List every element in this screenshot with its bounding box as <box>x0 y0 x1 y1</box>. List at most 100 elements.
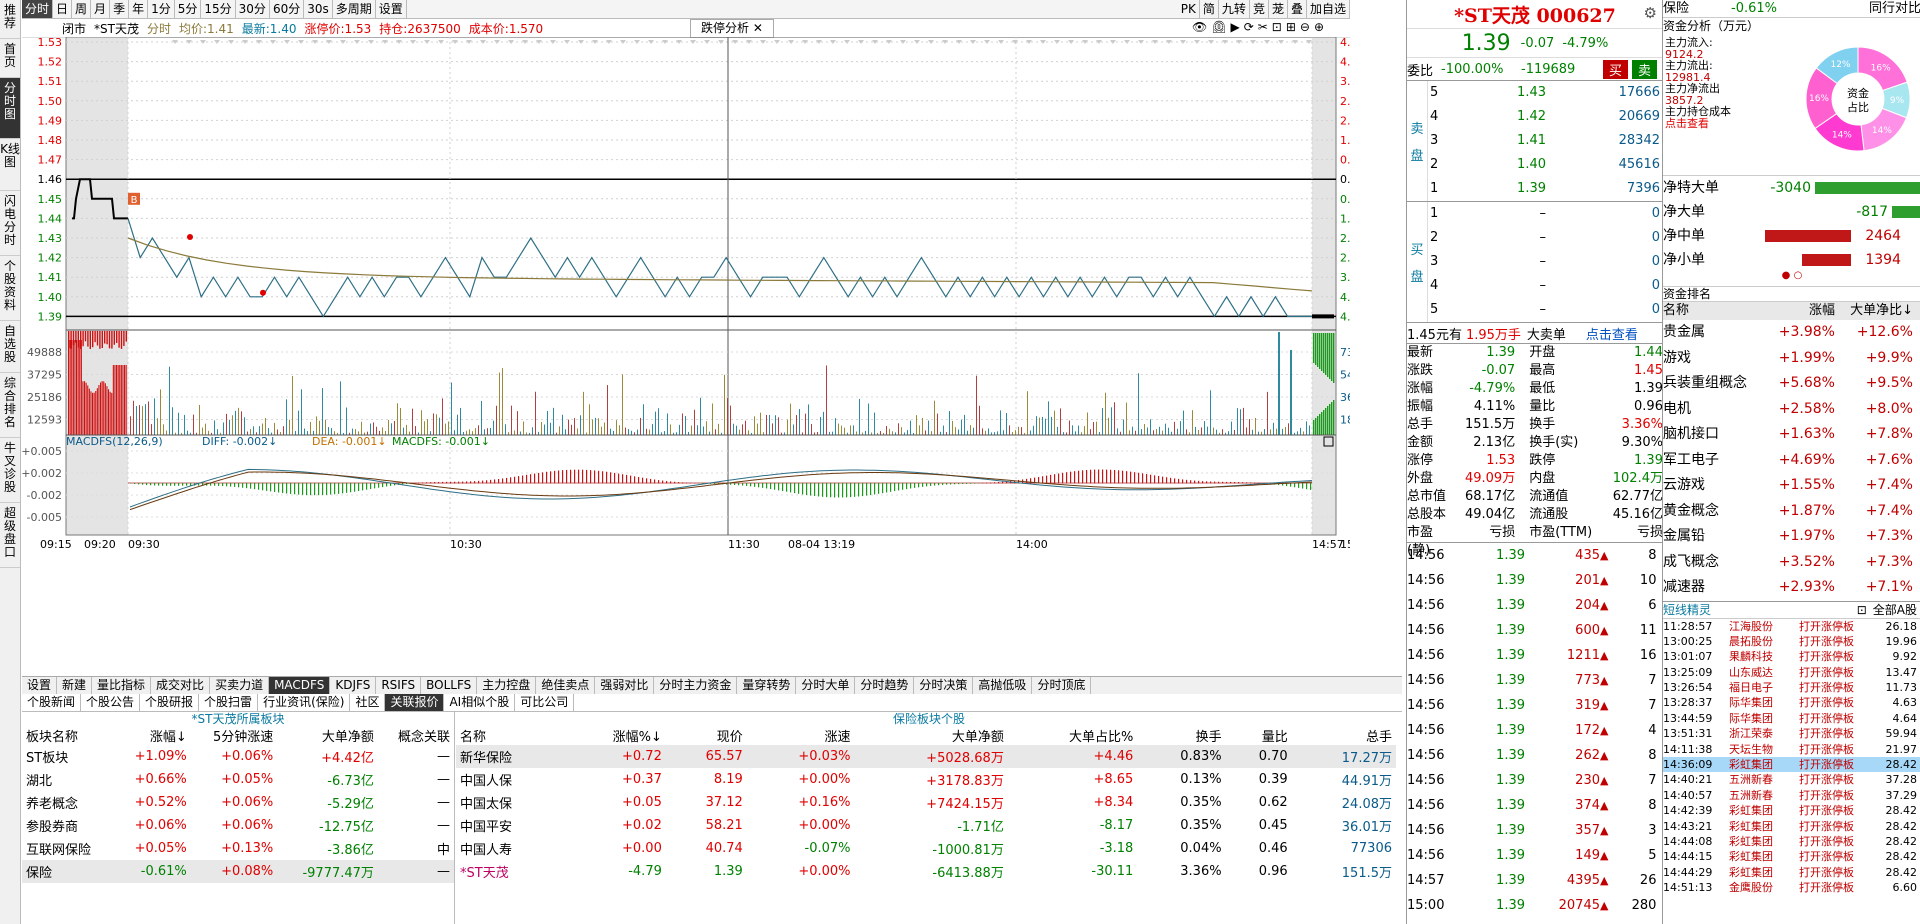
table-row[interactable]: ST板块 +1.09% +0.06% +4.42亿 — <box>22 745 454 768</box>
indicator-tab-9[interactable]: 主力控盘 <box>477 677 537 694</box>
table-row[interactable]: 中国人保 +0.37 8.19 +0.00% +3178.83万 +8.65 0.13% 0.… <box>456 768 1396 791</box>
table-row[interactable]: 互联网保险 +0.05% +0.13% -3.86亿 中 <box>22 837 454 860</box>
indicator-tab-4[interactable]: 买卖力道 <box>210 677 270 694</box>
short-line-row[interactable]: 11:28:57 江海股份 打开涨停板 26.18 <box>1663 619 1920 634</box>
nav-item-1[interactable]: 首页 <box>0 39 20 78</box>
info-tab-4[interactable]: 行业资讯(保险) <box>258 694 351 711</box>
bid-level[interactable]: 2 – 0 <box>1428 226 1663 250</box>
table-row[interactable]: 中国平安 +0.02 58.21 +0.00% -1.71亿 -8.17 0.35% 0.45… <box>456 814 1396 837</box>
rank-row[interactable]: 脑机接口 +1.63% +7.8% <box>1663 422 1920 448</box>
stock-header[interactable]: 换手 <box>1137 726 1225 745</box>
nav-item-3[interactable]: K线图 <box>0 139 20 191</box>
indicator-tab-5[interactable]: MACDFS <box>269 677 331 694</box>
toolbar-right-1[interactable]: 简 <box>1200 0 1219 18</box>
toolbar-right-4[interactable]: 茏 <box>1269 0 1288 18</box>
period-12[interactable]: 多周期 <box>333 0 376 18</box>
bigorder-link[interactable]: 点击查看 <box>1586 324 1638 343</box>
stock-header[interactable]: 涨幅%↓ <box>563 726 665 745</box>
toolbar-right-6[interactable]: 加自选 <box>1307 0 1350 18</box>
period-3[interactable]: 月 <box>91 0 111 18</box>
short-line-row[interactable]: 14:40:21 五洲新春 打开涨停板 37.28 <box>1663 772 1920 787</box>
rank-row[interactable]: 贵金属 +3.98% +12.6% <box>1663 320 1920 346</box>
table-row[interactable]: 养老概念 +0.52% +0.06% -5.29亿 — <box>22 791 454 814</box>
info-tab-1[interactable]: 个股公告 <box>81 694 141 711</box>
short-line-row[interactable]: 13:44:59 际华集团 打开涨停板 4.64 <box>1663 711 1920 726</box>
period-6[interactable]: 1分 <box>148 0 175 18</box>
ask-level[interactable]: 2 1.40 45616 <box>1428 153 1663 177</box>
info-tab-7[interactable]: AI相似个股 <box>444 694 516 711</box>
rank-row[interactable]: 金属铅 +1.97% +7.3% <box>1663 524 1920 550</box>
bid-level[interactable]: 1 – 0 <box>1428 202 1663 226</box>
rank-row[interactable]: 游戏 +1.99% +9.9% <box>1663 346 1920 372</box>
flow-link[interactable]: 点击查看 <box>1665 117 1805 130</box>
table-row[interactable]: *ST天茂 -4.79 1.39 +0.00% -6413.88万 -30.11 3.36%… <box>456 860 1396 883</box>
indicator-tab-15[interactable]: 分时趋势 <box>855 677 915 694</box>
toolbar-right-5[interactable]: 叠 <box>1288 0 1307 18</box>
indicator-tab-2[interactable]: 量比指标 <box>92 677 152 694</box>
sector-header[interactable]: 板块名称 <box>22 726 115 745</box>
stock-header[interactable]: 名称 <box>456 726 563 745</box>
short-line-row[interactable]: 14:11:38 天坛生物 打开涨停板 21.97 <box>1663 742 1920 757</box>
short-line-row[interactable]: 14:43:21 彩虹集团 打开涨停板 28.42 <box>1663 819 1920 834</box>
indicator-tab-3[interactable]: 成交对比 <box>151 677 211 694</box>
nav-item-4[interactable]: 闪电分时 <box>0 191 20 256</box>
close-icon[interactable]: ✕ <box>753 21 763 35</box>
short-line-row[interactable]: 14:51:13 金鹰股份 打开涨停板 6.60 <box>1663 880 1920 895</box>
rank-row[interactable]: 黄金概念 +1.87% +7.4% <box>1663 499 1920 525</box>
info-tab-8[interactable]: 可比公司 <box>515 694 575 711</box>
rank-row[interactable]: 兵装重组概念 +5.68% +9.5% <box>1663 371 1920 397</box>
table-row[interactable]: 中国人寿 +0.00 40.74 -0.07% -1000.81万 -3.18 0.04% 0… <box>456 837 1396 860</box>
stock-header[interactable]: 现价 <box>666 726 747 745</box>
ask-level[interactable]: 4 1.42 20669 <box>1428 105 1663 129</box>
gear-icon[interactable]: ⚙ <box>1644 4 1657 22</box>
period-2[interactable]: 周 <box>72 0 92 18</box>
rank-row[interactable]: 电机 +2.58% +8.0% <box>1663 397 1920 423</box>
table-row[interactable]: 参股券商 +0.06% +0.06% -12.75亿 — <box>22 814 454 837</box>
indicator-tab-11[interactable]: 强弱对比 <box>595 677 655 694</box>
stock-header[interactable]: 大单占比% <box>1008 726 1138 745</box>
period-1[interactable]: 日 <box>53 0 73 18</box>
sector-header[interactable]: 大单净额 <box>277 726 378 745</box>
settings-icon[interactable]: ⊡ <box>1857 603 1867 617</box>
rank-row[interactable]: 云游戏 +1.55% +7.4% <box>1663 473 1920 499</box>
short-line-row[interactable]: 13:00:25 晨拓股份 打开涨停板 19.96 <box>1663 634 1920 649</box>
indicator-tab-12[interactable]: 分时主力资金 <box>654 677 738 694</box>
period-7[interactable]: 5分 <box>175 0 202 18</box>
table-row[interactable]: 湖北 +0.66% +0.05% -6.73亿 — <box>22 768 454 791</box>
table-row[interactable]: 保险 -0.61% +0.08% -9777.47万 — <box>22 860 454 883</box>
ask-level[interactable]: 5 1.43 17666 <box>1428 81 1663 105</box>
nav-item-7[interactable]: 综合排名 <box>0 373 20 438</box>
indicator-tab-6[interactable]: KDJFS <box>330 677 377 694</box>
buy-button[interactable]: 买 <box>1603 59 1629 79</box>
peer-compare-link[interactable]: 同行对比 <box>1869 0 1920 17</box>
bigorder-row[interactable]: 1.45元有 1.95万手 大卖单 点击查看 <box>1407 323 1663 344</box>
period-13[interactable]: 设置 <box>376 0 407 18</box>
info-tab-2[interactable]: 个股研报 <box>140 694 200 711</box>
rank-list[interactable]: 贵金属 +3.98% +12.6% 游戏 +1.99% +9.9% 兵装重组概念 +5.68%… <box>1663 320 1920 601</box>
short-line-row[interactable]: 14:40:57 五洲新春 打开涨停板 37.29 <box>1663 788 1920 803</box>
sector-header[interactable]: 概念关联 <box>378 726 454 745</box>
rank-row[interactable]: 军工电子 +4.69% +7.6% <box>1663 448 1920 474</box>
ask-level[interactable]: 1 1.39 7396 <box>1428 177 1663 201</box>
period-10[interactable]: 60分 <box>270 0 305 18</box>
chart-tool-icons[interactable]: 👁⏲▶⟳✂⊡⊞⊖⊕ <box>1192 20 1328 34</box>
short-line-row[interactable]: 14:42:39 彩虹集团 打开涨停板 28.42 <box>1663 803 1920 818</box>
rank-header-cell[interactable]: 名称 <box>1663 302 1765 320</box>
period-0[interactable]: 分时 <box>22 0 54 18</box>
period-11[interactable]: 30s <box>304 0 333 18</box>
period-9[interactable]: 30分 <box>236 0 270 18</box>
indicator-tab-8[interactable]: BOLLFS <box>421 677 478 694</box>
intraday-chart[interactable]: 1.53 4.79% 1.52 4.11% 1.51 3.43% 1.50 2.75% 1.49… <box>22 37 1350 674</box>
stock-header[interactable]: 总手 <box>1292 726 1396 745</box>
info-tab-5[interactable]: 社区 <box>350 694 386 711</box>
short-line-row[interactable]: 14:44:15 彩虹集团 打开涨停板 28.42 <box>1663 849 1920 864</box>
sector-header[interactable]: 5分钟涨速 <box>191 726 278 745</box>
nav-item-2[interactable]: 分时图 <box>0 78 20 139</box>
short-line-row[interactable]: 13:25:09 山东威达 打开涨停板 13.47 <box>1663 665 1920 680</box>
short-line-row[interactable]: 13:26:54 福日电子 打开涨停板 11.73 <box>1663 680 1920 695</box>
sector-header[interactable]: 涨幅↓ <box>115 726 191 745</box>
short-filter[interactable]: 全部A股 <box>1873 601 1917 618</box>
period-8[interactable]: 15分 <box>201 0 236 18</box>
rank-row[interactable]: 减速器 +2.93% +7.1% <box>1663 575 1920 601</box>
rank-row[interactable]: 成飞概念 +3.52% +7.3% <box>1663 550 1920 576</box>
